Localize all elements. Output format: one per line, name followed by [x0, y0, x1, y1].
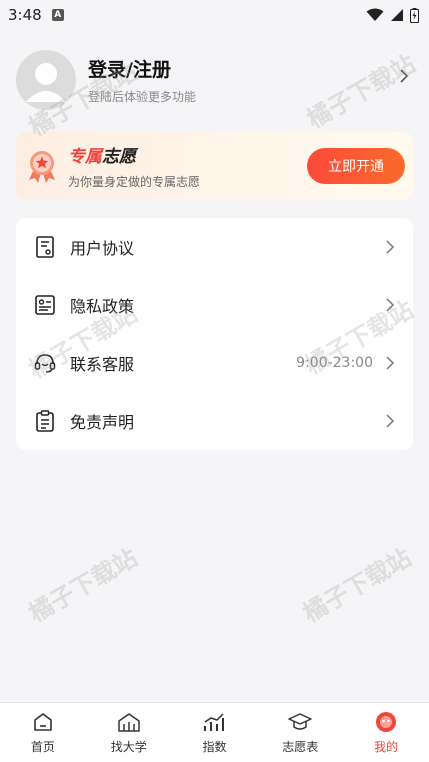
menu-item-label: 用户协议 [70, 239, 135, 258]
university-icon [117, 710, 141, 734]
tab-home[interactable]: 首页 [0, 710, 86, 755]
home-icon [31, 710, 55, 734]
menu-item-label: 隐私政策 [70, 297, 135, 316]
user-avatar-icon [26, 63, 66, 102]
tab-label: 我的 [374, 740, 399, 754]
chevron-right-icon[interactable] [399, 68, 409, 84]
settings-menu: 用户协议 隐私政策 联系客服 9:00-23:00 免责声明 [16, 218, 413, 450]
tab-find-university[interactable]: 找大学 [86, 710, 172, 755]
tab-label: 指数 [202, 740, 227, 754]
login-subtitle: 登陆后体验更多功能 [88, 90, 197, 104]
profile-header[interactable]: 登录/注册 登陆后体验更多功能 [16, 44, 413, 116]
chevron-right-icon [386, 414, 395, 428]
bottom-tab-bar: 首页 找大学 指数 志愿表 我的 [0, 702, 429, 762]
vip-card[interactable]: 专属志愿 为你量身定做的专属志愿 立即开通 [16, 132, 413, 200]
tab-label: 志愿表 [282, 740, 319, 754]
menu-item-user-agreement[interactable]: 用户协议 [34, 218, 395, 276]
headset-icon [34, 352, 56, 374]
tab-application-form[interactable]: 志愿表 [257, 710, 343, 755]
tab-label: 首页 [30, 740, 55, 754]
menu-item-privacy-policy[interactable]: 隐私政策 [34, 276, 395, 334]
menu-item-customer-service[interactable]: 联系客服 9:00-23:00 [34, 334, 395, 392]
vip-title-accent: 专属 [68, 147, 102, 167]
service-hours: 9:00-23:00 [296, 355, 373, 371]
watermark: 橘子下载站 [24, 543, 143, 628]
battery-icon [410, 7, 419, 23]
tab-mine[interactable]: 我的 [343, 710, 429, 755]
status-bar: 3:48 A [0, 0, 429, 30]
watermark: 橘子下载站 [298, 543, 417, 628]
medal-icon [29, 151, 55, 183]
vip-title: 专属志愿 [68, 142, 307, 167]
activate-now-button[interactable]: 立即开通 [307, 148, 405, 184]
avatar[interactable] [16, 50, 76, 110]
sim-badge: A [51, 9, 64, 21]
chart-icon [202, 710, 226, 734]
status-time: 3:48 [8, 6, 42, 24]
menu-item-disclaimer[interactable]: 免责声明 [34, 392, 395, 450]
clipboard-icon [34, 410, 56, 432]
profile-icon [374, 710, 398, 734]
chevron-right-icon [386, 356, 395, 370]
vip-subtitle: 为你量身定做的专属志愿 [68, 175, 201, 189]
vip-title-rest: 志愿 [102, 147, 136, 167]
menu-item-label: 联系客服 [70, 355, 135, 374]
wifi-icon [366, 8, 384, 21]
chevron-right-icon [386, 298, 395, 312]
signal-icon [391, 9, 403, 21]
menu-item-label: 免责声明 [70, 413, 135, 432]
login-register-link[interactable]: 登录/注册 [88, 55, 413, 82]
chevron-right-icon [386, 240, 395, 254]
tab-index[interactable]: 指数 [172, 710, 258, 755]
graduation-cap-icon [288, 710, 313, 734]
document-icon [34, 236, 56, 258]
tab-label: 找大学 [110, 740, 147, 754]
id-card-icon [34, 294, 56, 316]
